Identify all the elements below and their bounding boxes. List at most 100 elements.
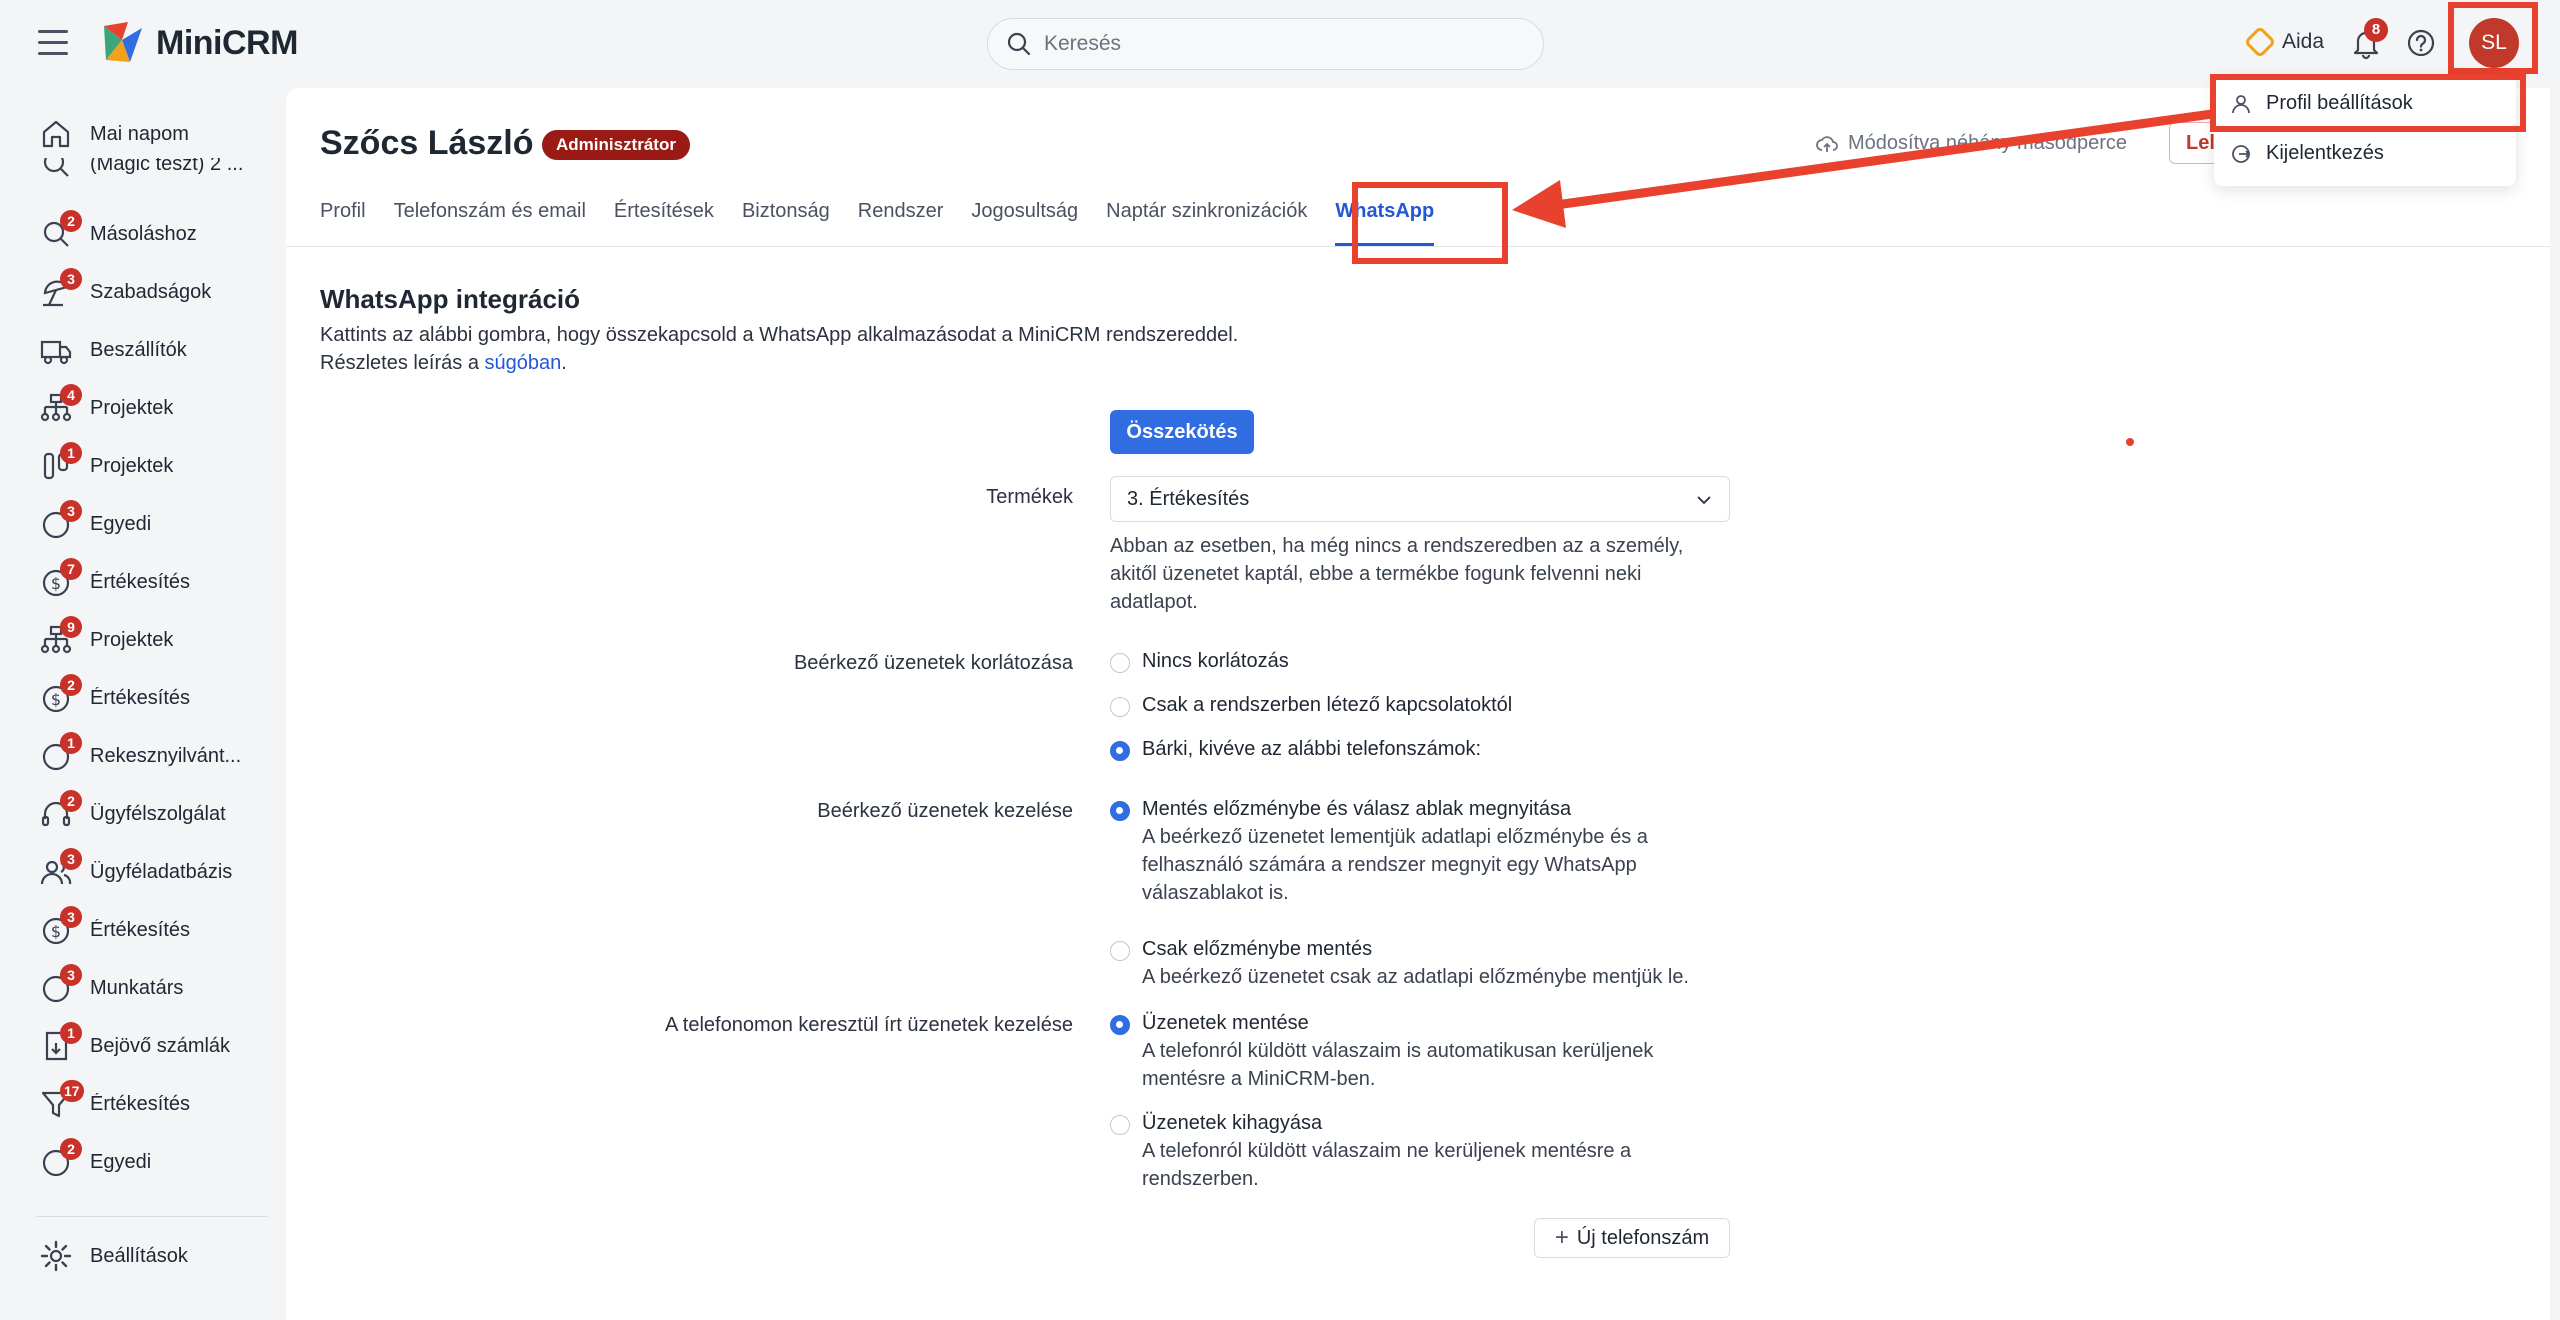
radio-button[interactable] bbox=[1110, 941, 1130, 961]
radio-uzenetek-mentese[interactable]: Üzenetek mentése A telefonról küldött vá… bbox=[1110, 1012, 1730, 1093]
svg-text:$: $ bbox=[51, 690, 61, 709]
sidebar-badge: 3 bbox=[60, 500, 82, 522]
menu-icon[interactable] bbox=[38, 30, 68, 56]
sidebar-item-masolashoz[interactable]: 2 Másoláshoz bbox=[36, 210, 276, 254]
tab-telefonszam-email[interactable]: Telefonszám és email bbox=[394, 200, 586, 246]
sidebar-item-mai-napom[interactable]: Mai napom bbox=[36, 114, 276, 154]
tab-rendszer[interactable]: Rendszer bbox=[858, 200, 944, 246]
radio-button[interactable] bbox=[1110, 697, 1130, 717]
sidebar-item-label: Munkatárs bbox=[90, 976, 184, 999]
sidebar-item-label: Ügyféladatbázis bbox=[90, 860, 233, 883]
sidebar-badge: 9 bbox=[60, 616, 82, 638]
sidebar-item-label: Projektek bbox=[90, 396, 174, 419]
sidebar-item-rekesznyilvantartas[interactable]: 1 Rekesznyilvánt... bbox=[36, 732, 276, 776]
products-select-value: 3. Értékesítés bbox=[1127, 487, 1250, 510]
sidebar-badge: 7 bbox=[60, 558, 82, 580]
radio-csak-letezo[interactable]: Csak a rendszerben létező kapcsolatoktól bbox=[1110, 694, 1730, 717]
chevron-down-icon bbox=[1697, 496, 1711, 505]
radio-button[interactable] bbox=[1110, 801, 1130, 821]
sidebar-item-label: Szabadságok bbox=[90, 280, 212, 303]
sidebar-item-magic-teszt[interactable]: (Magic teszt) 2 ... bbox=[36, 158, 276, 184]
gear-icon bbox=[40, 1240, 72, 1272]
radio-label: Bárki, kivéve az alábbi telefonszámok: bbox=[1142, 738, 1482, 760]
role-badge: Adminisztrátor bbox=[542, 130, 690, 160]
sidebar-item-ertekesites-2[interactable]: $2 Értékesítés bbox=[36, 674, 276, 718]
sidebar-item-label: Bejövő számlák bbox=[90, 1034, 231, 1057]
minicrm-logo-icon bbox=[104, 22, 142, 62]
sidebar-item-label: Értékesítés bbox=[90, 1092, 191, 1115]
tab-profil[interactable]: Profil bbox=[320, 200, 366, 246]
sidebar-item-projektek-3[interactable]: 9 Projektek bbox=[36, 616, 276, 660]
sidebar-badge: 3 bbox=[60, 848, 82, 870]
tab-naptar-szinkronizaciok[interactable]: Naptár szinkronizációk bbox=[1106, 200, 1307, 246]
new-phone-button[interactable]: + Új telefonszám bbox=[1534, 1218, 1730, 1258]
sidebar-item-label: Mai napom bbox=[90, 122, 189, 145]
radio-csak-elozmeny[interactable]: Csak előzménybe mentés A beérkező üzenet… bbox=[1110, 938, 1730, 991]
sidebar-divider bbox=[36, 1216, 268, 1217]
sidebar-item-projektek-2[interactable]: 1 Projektek bbox=[36, 442, 276, 486]
aida-icon bbox=[2246, 28, 2274, 56]
sidebar-item-label: (Magic teszt) 2 ... bbox=[90, 158, 244, 175]
notification-badge: 8 bbox=[2364, 18, 2388, 42]
sidebar-item-label: Projektek bbox=[90, 628, 174, 651]
tab-ertesitesek[interactable]: Értesítések bbox=[614, 200, 714, 246]
radio-button[interactable] bbox=[1110, 1015, 1130, 1035]
help-prefix: Részletes leírás a bbox=[320, 352, 485, 374]
aida-button[interactable]: Aida bbox=[2246, 28, 2324, 56]
radio-button[interactable] bbox=[1110, 741, 1130, 761]
products-select[interactable]: 3. Értékesítés bbox=[1110, 476, 1730, 522]
radio-nincs-korlatozas[interactable]: Nincs korlátozás bbox=[1110, 650, 1730, 673]
main-panel: Szőcs László Adminisztrátor Módosítva né… bbox=[286, 88, 2550, 1320]
sidebar-item-egyedi[interactable]: 3 Egyedi bbox=[36, 500, 276, 544]
radio-label: Csak a rendszerben létező kapcsolatoktól bbox=[1142, 694, 1513, 716]
help-suffix: . bbox=[561, 352, 567, 374]
menu-item-kijelentkezes[interactable]: Kijelentkezés bbox=[2230, 142, 2384, 165]
home-icon bbox=[42, 120, 70, 148]
sidebar-item-ertekesites-3[interactable]: $3 Értékesítés bbox=[36, 906, 276, 950]
plus-icon: + bbox=[1554, 1224, 1569, 1251]
sidebar-item-label: Egyedi bbox=[90, 512, 152, 535]
menu-annotation-box bbox=[2210, 74, 2526, 132]
radio-description: A beérkező üzenetet lementjük adatlapi e… bbox=[1142, 826, 1648, 904]
search-box[interactable] bbox=[987, 18, 1544, 70]
connect-button[interactable]: Összekötés bbox=[1110, 410, 1254, 454]
sidebar-badge: 2 bbox=[60, 790, 82, 812]
radio-button[interactable] bbox=[1110, 653, 1130, 673]
sidebar-item-ertekesites[interactable]: $7 Értékesítés bbox=[36, 558, 276, 602]
section-description: Kattints az alábbi gombra, hogy összekap… bbox=[320, 324, 1239, 346]
help-link[interactable]: súgóban bbox=[485, 352, 562, 374]
help-line: Részletes leírás a súgóban. bbox=[320, 352, 567, 375]
cloud-upload-icon bbox=[1816, 135, 1838, 152]
sidebar-badge: 3 bbox=[60, 906, 82, 928]
incoming-limit-label: Beérkező üzenetek korlátozása bbox=[793, 652, 1073, 674]
logo[interactable]: MiniCRM bbox=[100, 20, 298, 66]
sidebar-item-egyedi-2[interactable]: 2 Egyedi bbox=[36, 1138, 276, 1182]
sidebar-item-label: Értékesítés bbox=[90, 686, 191, 709]
new-phone-label: Új telefonszám bbox=[1576, 1226, 1710, 1249]
sidebar-item-ertekesites-4[interactable]: 17 Értékesítés bbox=[36, 1080, 276, 1124]
tab-jogosultsag[interactable]: Jogosultság bbox=[971, 200, 1078, 246]
sidebar-item-label: Egyedi bbox=[90, 1150, 152, 1173]
sidebar-badge: 3 bbox=[60, 964, 82, 986]
radio-uzenetek-kihagyasa[interactable]: Üzenetek kihagyása A telefonról küldött … bbox=[1110, 1112, 1730, 1193]
sidebar-item-ugyfeladatbazis[interactable]: 3 Ügyféladatbázis bbox=[36, 848, 276, 892]
radio-button[interactable] bbox=[1110, 1115, 1130, 1135]
radio-label: Nincs korlátozás bbox=[1142, 650, 1289, 672]
svg-text:$: $ bbox=[51, 922, 61, 941]
sidebar-item-beszallitok[interactable]: Beszállítók bbox=[36, 330, 276, 370]
tab-biztonsag[interactable]: Biztonság bbox=[742, 200, 830, 246]
help-icon[interactable] bbox=[2406, 28, 2436, 58]
radio-barki-kiveve[interactable]: Bárki, kivéve az alábbi telefonszámok: bbox=[1110, 738, 1730, 761]
sidebar-item-ugyfelszolgalat[interactable]: 2 Ügyfélszolgálat bbox=[36, 790, 276, 834]
search-input[interactable] bbox=[1044, 32, 1514, 56]
sidebar-item-bejovo-szamlak[interactable]: 1 Bejövő számlák bbox=[36, 1022, 276, 1066]
incoming-handling-label: Beérkező üzenetek kezelése bbox=[817, 800, 1073, 822]
radio-mentes-elozmeny-valasz[interactable]: Mentés előzménybe és válasz ablak megnyi… bbox=[1110, 798, 1730, 907]
sidebar-item-munkatars[interactable]: 3 Munkatárs bbox=[36, 964, 276, 1008]
aida-label: Aida bbox=[2282, 30, 2325, 53]
sidebar-item-beallitasok[interactable]: Beállítások bbox=[36, 1236, 276, 1276]
sidebar-item-szabadsagok[interactable]: 3 Szabadságok bbox=[36, 268, 276, 312]
sidebar-item-projektek[interactable]: 4 Projektek bbox=[36, 384, 276, 428]
logout-icon bbox=[2232, 144, 2251, 163]
sidebar-item-label: Ügyfélszolgálat bbox=[90, 802, 226, 825]
